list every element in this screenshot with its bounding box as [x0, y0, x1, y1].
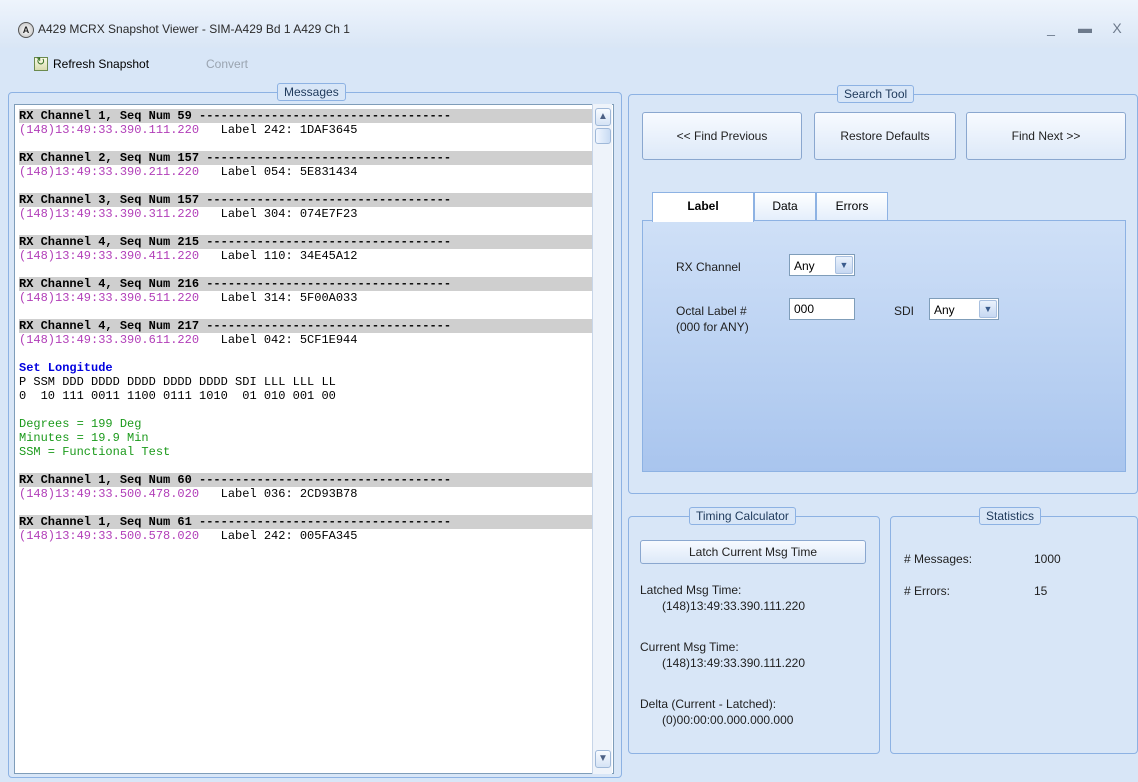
latched-msg-time-value: (148)13:49:33.390.111.220: [662, 599, 806, 613]
errors-count-label: # Errors:: [904, 584, 951, 598]
close-button[interactable]: X: [1106, 18, 1128, 38]
message-timestamp: (148)13:49:33.390.211.220: [19, 165, 200, 179]
octal-label-label: Octal Label #: [676, 304, 747, 318]
message-line: (148)13:49:33.390.211.220 Label 054: 5E8…: [19, 165, 597, 179]
octal-label-hint: (000 for ANY): [676, 320, 749, 334]
latch-current-msg-time-button[interactable]: Latch Current Msg Time: [640, 540, 866, 564]
message-line: (148)13:49:33.500.478.020 Label 036: 2CD…: [19, 487, 597, 501]
message-line: (148)13:49:33.390.511.220 Label 314: 5F0…: [19, 291, 597, 305]
rx-channel-value: Any: [794, 259, 815, 273]
message-header: RX Channel 2, Seq Num 157 --------------…: [19, 151, 597, 165]
octal-label-input[interactable]: 000: [789, 298, 855, 320]
app-logo-icon: A: [18, 22, 34, 38]
minimize-button[interactable]: _: [1040, 18, 1062, 38]
rx-channel-select[interactable]: Any ▼: [789, 254, 855, 276]
messages-log: RX Channel 1, Seq Num 59 ---------------…: [19, 109, 597, 543]
scroll-down-icon[interactable]: ▼: [595, 750, 611, 768]
current-msg-time-value: (148)13:49:33.390.111.220: [662, 656, 806, 670]
errors-count-value: 15: [1034, 584, 1048, 598]
message-label-value: Label 314: 5F00A033: [199, 291, 358, 305]
message-label-value: Label 110: 34E45A12: [199, 249, 358, 263]
message-timestamp: (148)13:49:33.390.311.220: [19, 207, 200, 221]
sdi-value: Any: [934, 303, 955, 317]
message-header: RX Channel 4, Seq Num 215 --------------…: [19, 235, 597, 249]
message-label-value: Label 054: 5E831434: [199, 165, 358, 179]
message-line: 0 10 111 0011 1100 0111 1010 01 010 001 …: [19, 389, 336, 403]
message-line: (148)13:49:33.390.111.220 Label 242: 1DA…: [19, 123, 597, 137]
message-timestamp: (148)13:49:33.390.611.220: [19, 333, 200, 347]
scroll-thumb[interactable]: [595, 128, 611, 144]
current-msg-time-label: Current Msg Time:: [640, 640, 739, 654]
messages-count-label: # Messages:: [904, 552, 973, 566]
statistics-title: Statistics: [979, 507, 1042, 525]
refresh-icon: [34, 55, 48, 71]
chevron-down-icon: ▼: [979, 300, 997, 318]
title-bar: A A429 MCRX Snapshot Viewer - SIM-A429 B…: [0, 0, 1138, 48]
message-label-value: Label 036: 2CD93B78: [199, 487, 358, 501]
label-tab-panel: [642, 220, 1126, 472]
messages-panel[interactable]: RX Channel 1, Seq Num 59 ---------------…: [14, 104, 614, 774]
scroll-up-icon[interactable]: ▲: [595, 108, 611, 126]
messages-count-value: 1000: [1034, 552, 1061, 566]
toolbar: Refresh Snapshot Convert: [0, 48, 1138, 78]
message-header: RX Channel 3, Seq Num 157 --------------…: [19, 193, 597, 207]
search-tool-title: Search Tool: [837, 85, 915, 103]
message-line: (148)13:49:33.390.311.220 Label 304: 074…: [19, 207, 597, 221]
timing-calculator-title: Timing Calculator: [689, 507, 796, 525]
find-next-button[interactable]: Find Next >>: [966, 112, 1126, 160]
message-label-value: Label 242: 1DAF3645: [199, 123, 358, 137]
message-timestamp: (148)13:49:33.390.411.220: [19, 249, 200, 263]
message-header: RX Channel 1, Seq Num 61 ---------------…: [19, 515, 597, 529]
delta-value: (0)00:00:00.000.000.000: [662, 713, 794, 727]
message-timestamp: (148)13:49:33.500.478.020: [19, 487, 200, 501]
window-title: A429 MCRX Snapshot Viewer - SIM-A429 Bd …: [38, 22, 350, 36]
restore-defaults-button[interactable]: Restore Defaults: [814, 112, 956, 160]
tab-errors[interactable]: Errors: [816, 192, 888, 220]
message-label-value: Label 242: 005FA345: [199, 529, 358, 543]
message-header: RX Channel 1, Seq Num 59 ---------------…: [19, 109, 597, 123]
message-line: (148)13:49:33.390.611.220 Label 042: 5CF…: [19, 333, 597, 347]
message-line: Minutes = 19.9 Min: [19, 431, 149, 445]
message-label-value: Label 042: 5CF1E944: [199, 333, 358, 347]
message-header: RX Channel 1, Seq Num 60 ---------------…: [19, 473, 597, 487]
message-line: SSM = Functional Test: [19, 445, 171, 459]
message-header: RX Channel 4, Seq Num 217 --------------…: [19, 319, 597, 333]
find-previous-button[interactable]: << Find Previous: [642, 112, 802, 160]
tab-data[interactable]: Data: [754, 192, 816, 220]
message-timestamp: (148)13:49:33.390.511.220: [19, 291, 200, 305]
refresh-snapshot-label: Refresh Snapshot: [53, 57, 150, 71]
message-line: Degrees = 199 Deg: [19, 417, 142, 431]
chevron-down-icon: ▼: [835, 256, 853, 274]
message-timestamp: (148)13:49:33.500.578.020: [19, 529, 200, 543]
messages-scrollbar[interactable]: ▲ ▼: [592, 104, 612, 774]
tab-label[interactable]: Label: [652, 192, 754, 222]
message-label-value: Label 304: 074E7F23: [199, 207, 358, 221]
latched-msg-time-label: Latched Msg Time:: [640, 583, 742, 597]
message-line: (148)13:49:33.500.578.020 Label 242: 005…: [19, 529, 597, 543]
convert-button[interactable]: Convert: [206, 55, 248, 73]
messages-group-title: Messages: [277, 83, 346, 101]
message-line: (148)13:49:33.390.411.220 Label 110: 34E…: [19, 249, 597, 263]
rx-channel-label: RX Channel: [676, 260, 741, 274]
delta-label: Delta (Current - Latched):: [640, 697, 777, 711]
maximize-button[interactable]: ▬: [1074, 18, 1096, 38]
message-line: P SSM DDD DDDD DDDD DDDD DDDD SDI LLL LL…: [19, 375, 336, 389]
sdi-label: SDI: [894, 304, 915, 318]
message-timestamp: (148)13:49:33.390.111.220: [19, 123, 200, 137]
refresh-snapshot-button[interactable]: Refresh Snapshot: [34, 55, 149, 73]
message-header: RX Channel 4, Seq Num 216 --------------…: [19, 277, 597, 291]
sdi-select[interactable]: Any ▼: [929, 298, 999, 320]
message-line: Set Longitude: [19, 361, 113, 375]
